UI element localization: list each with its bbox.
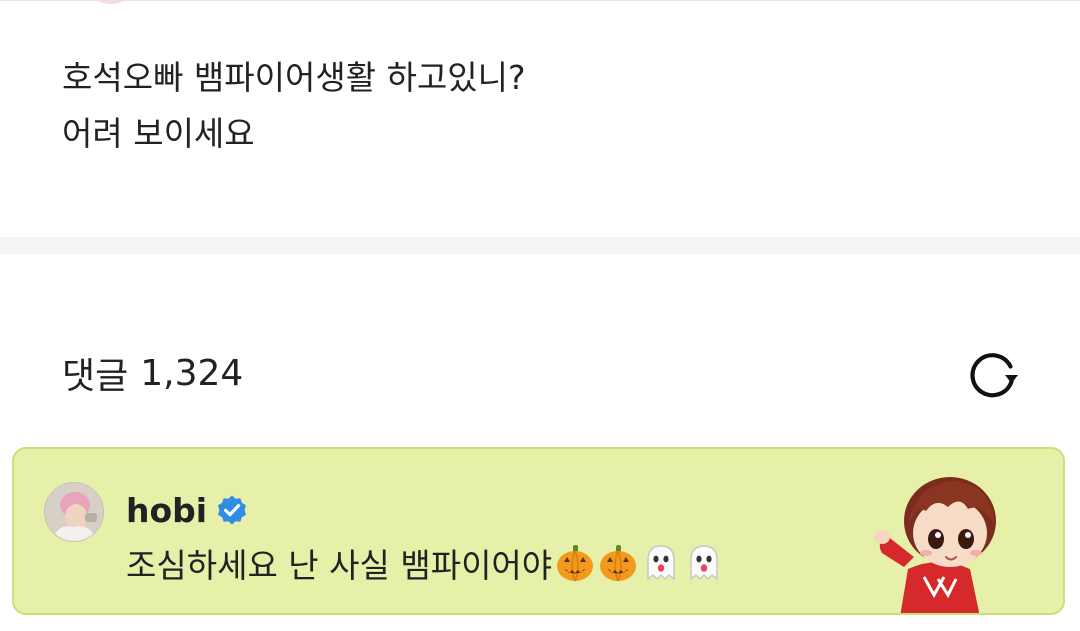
post-line: 호석오빠 뱀파이어생활 하고있니? bbox=[62, 58, 526, 97]
ghost-icon bbox=[684, 543, 724, 583]
section-divider bbox=[0, 237, 1080, 254]
refresh-icon bbox=[970, 353, 1018, 398]
comment-text: 조심하세요 난 사실 뱀파이어야 bbox=[126, 546, 553, 585]
jack-o-lantern-icon bbox=[555, 543, 595, 583]
top-divider bbox=[0, 0, 1080, 1]
character-sticker bbox=[864, 469, 1014, 613]
refresh-button[interactable] bbox=[960, 343, 1026, 403]
pinned-comment-card[interactable]: hobi 조심하세요 난 사실 뱀파이어야 bbox=[12, 447, 1065, 615]
avatar-image bbox=[45, 483, 103, 541]
jack-o-lantern-icon bbox=[598, 543, 638, 583]
comments-label: 댓글 bbox=[62, 356, 129, 397]
post-body: 호석오빠 뱀파이어생활 하고있니? 어려 보이세요 bbox=[62, 50, 1022, 162]
ghost-icon bbox=[641, 543, 681, 583]
verified-badge-icon bbox=[216, 494, 248, 526]
comments-header: 댓글 1,324 bbox=[62, 343, 243, 403]
post-line: 어려 보이세요 bbox=[62, 114, 255, 153]
author-name[interactable]: hobi bbox=[126, 491, 207, 530]
avatar[interactable] bbox=[44, 482, 104, 542]
comments-count: 1,324 bbox=[140, 352, 244, 394]
post-detail-screen: 호석오빠 뱀파이어생활 하고있니? 어려 보이세요 댓글 1,324 hobi bbox=[0, 0, 1080, 631]
comment-author-row: hobi bbox=[126, 485, 248, 535]
comment-text-row: 조심하세요 난 사실 뱀파이어야 bbox=[126, 537, 724, 589]
